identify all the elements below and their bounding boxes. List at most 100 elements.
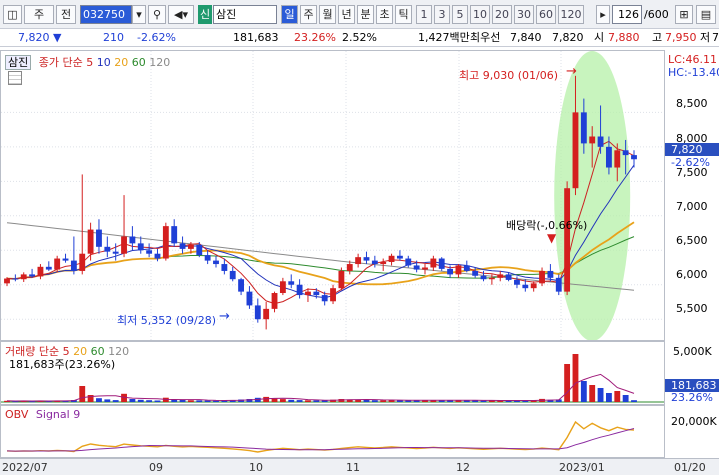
minute-10-button[interactable]: 10 [470,5,490,24]
trade-volume: 181,683 [233,31,279,44]
stock-name-legend: 삼진 [5,55,32,70]
candle-body [497,274,504,278]
volume-bar [597,388,604,402]
minute-120-button[interactable]: 120 [558,5,584,24]
candle-body [12,278,19,280]
volume-bar [104,399,111,402]
settings-icon[interactable]: ▤ [696,5,716,24]
candle-body [37,266,44,277]
period-month-tab[interactable]: 월 [319,5,336,24]
price-panel[interactable]: 삼진 종가 단순 5 10 20 60 120 최고 9,030 (01/06)… [0,50,665,341]
scroll-left-icon[interactable]: ▸ [596,5,610,24]
candle-body [480,275,487,280]
period-day-tab[interactable]: 일 [281,5,298,24]
total-count-label: /600 [644,8,669,21]
candle-body [589,136,596,144]
candle-body [146,250,153,254]
candle-body [70,260,77,271]
market-select-button[interactable]: 주 [24,5,54,24]
candle-body [20,274,27,280]
ma5-legend: 5 [86,56,94,69]
minute-60-button[interactable]: 60 [536,5,556,24]
candle-body [363,257,370,261]
candle-body [346,264,353,271]
search-icon[interactable]: ⚲ [148,5,166,24]
obv-legend-label: OBV [5,408,29,421]
volume-bar [179,400,186,402]
candle-body [505,274,512,280]
obv-tick: 20,000K [671,415,717,428]
minute-30-button[interactable]: 30 [514,5,534,24]
minute-1-button[interactable]: 1 [416,5,432,24]
date-axis: 2022/07 09 10 11 12 2023/01 01/20 [0,458,719,475]
prev-button[interactable]: 전 [56,5,76,24]
stock-name-field[interactable]: 삼진 [213,5,277,24]
obv-panel[interactable]: OBV Signal 9 [0,405,665,458]
ma10-legend: 10 [96,56,111,69]
ma-legend-label: 종가 단순 [38,56,83,69]
price-tick: 5,500 [676,302,708,315]
candle-body [112,251,119,254]
candle-body [204,255,211,261]
current-price-marker: 7,820 [665,143,719,156]
candle-body [238,279,245,292]
open-price: 7,880 [608,31,640,44]
candle-body [171,226,178,244]
candle-body [221,264,228,271]
candle-body [438,258,445,269]
code-dropdown-icon[interactable]: ▾ [132,5,146,24]
candle-body [288,281,295,285]
volume-bar [422,400,428,402]
high-label: 고 [652,31,663,44]
obv-signal-legend: Signal 9 [35,408,81,421]
max-price-label: 최고 9,030 (01/06) [459,69,559,82]
volume-bar [271,398,278,402]
visible-count-input[interactable]: 126 [612,5,642,24]
volume-bar [363,400,370,402]
period-tick-tab[interactable]: 틱 [395,5,412,24]
candle-body [622,150,629,156]
price-change-pct: -2.62% [137,31,176,44]
minute-3-button[interactable]: 3 [434,5,450,24]
volume-panel[interactable]: 거래량 단순 5 20 60 120 181,683주(23.26%) [0,341,665,405]
minute-20-button[interactable]: 20 [492,5,512,24]
sound-icon[interactable]: ◀▾ [168,5,194,24]
candle-body [330,288,336,302]
grid-toggle-icon[interactable] [8,71,22,85]
stock-tag-badge: 신 [198,5,212,24]
date-tick: 09 [149,461,163,474]
period-second-tab[interactable]: 초 [376,5,393,24]
period-week-tab[interactable]: 주 [300,5,317,24]
high-price: 7,950 [665,31,697,44]
candle-body [45,266,52,270]
best-ask-price: 7,840 [510,31,542,44]
candle-body [305,291,311,296]
volume-bar [321,400,328,402]
open-label: 시 [594,31,605,44]
best-price-label: 최우선 [470,31,501,44]
candle-body [530,283,537,289]
minute-5-button[interactable]: 5 [452,5,468,24]
period-minute-tab[interactable]: 분 [357,5,374,24]
price-tick: 6,000 [676,268,708,281]
volume-info: 181,683주(23.26%) [9,358,116,371]
candle-body [29,274,36,277]
candle-body [313,291,320,296]
hc-label: HC:-13.40 [668,66,719,79]
candle-body [405,258,412,266]
price-axis: LC:46.11 HC:-13.40 8,500 8,000 7,500 7,0… [665,50,719,341]
layout-icon[interactable]: ◫ [3,5,22,24]
period-year-tab[interactable]: 년 [338,5,355,24]
crosshair-icon[interactable]: ⊞ [675,5,693,24]
volume-bar [380,400,387,402]
stock-code-input[interactable]: 032750 [80,5,132,24]
candle-body [522,284,529,289]
volume-axis: 5,000K 181,683 23.26% [665,341,719,405]
candle-body [539,270,545,284]
candle-body [597,136,604,147]
volume-bar [137,399,144,402]
candle-body [154,253,161,259]
date-tick: 2022/07 [2,461,48,474]
candle-body [396,255,403,259]
volume-bar [279,399,286,402]
